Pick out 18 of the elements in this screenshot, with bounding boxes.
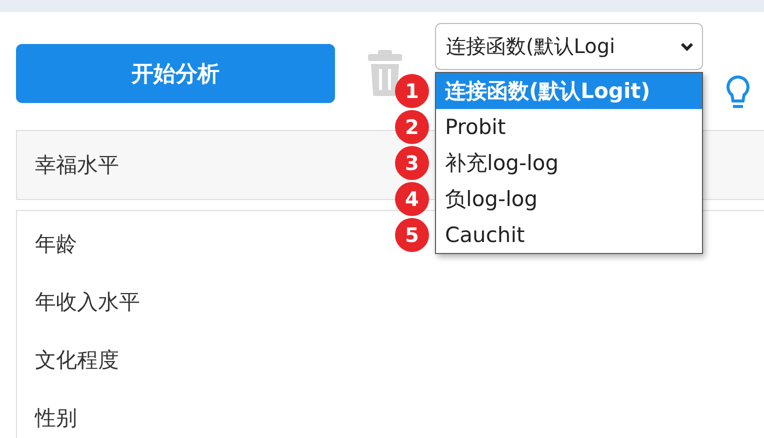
chevron-icon [680,42,694,52]
lightbulb-icon[interactable] [725,74,751,110]
dropdown-option[interactable]: 连接函数(默认Logit) [436,73,702,109]
number-badge: 1 [395,74,429,108]
variable-item[interactable]: 性别 [17,389,77,438]
variable-item[interactable]: 年收入水平 [17,273,140,331]
trash-icon[interactable] [368,50,402,96]
dropdown-option[interactable]: Cauchit [436,217,702,253]
variable-item[interactable]: 年龄 [17,215,77,273]
variable-item[interactable]: 文化程度 [17,331,119,389]
number-badge: 5 [395,218,429,252]
number-badge: 2 [395,110,429,144]
dropdown-option[interactable]: Probit [436,109,702,145]
dropdown-option[interactable]: 负log-log [436,181,702,217]
analyze-button[interactable]: 开始分析 [16,44,335,103]
dropdown-option[interactable]: 补充log-log [436,145,702,181]
variable-label: 幸福水平 [35,152,119,179]
link-function-select[interactable]: 连接函数(默认Logi [435,23,703,70]
